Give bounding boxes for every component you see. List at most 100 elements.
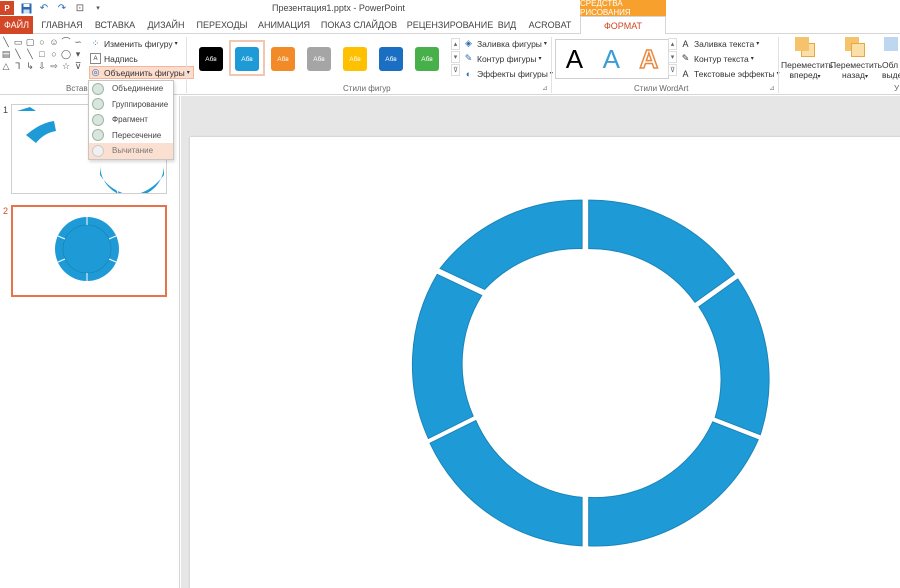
menu-item-subtract[interactable]: Вычитание xyxy=(89,143,173,159)
text-outline-button[interactable]: ✎ Контур текста ▾ xyxy=(680,52,754,65)
from-beginning-icon[interactable]: ⊡ xyxy=(73,1,87,15)
shape-styles-gallery[interactable]: Абв Абв Абв Абв Абв Абв Абв xyxy=(193,40,445,80)
arrow-down-shape-icon[interactable]: ⇩ xyxy=(37,61,47,71)
triangle-shape-icon[interactable]: △ xyxy=(1,61,11,71)
shape-outline-button[interactable]: ✎ Контур фигуры ▾ xyxy=(463,52,542,65)
ring-segment-top-right[interactable] xyxy=(588,199,736,303)
wordart-style-black[interactable]: A xyxy=(566,44,583,75)
scroll-up-icon[interactable]: ▴ xyxy=(668,38,677,50)
ring-segments[interactable] xyxy=(411,199,770,547)
ring-segment-left[interactable] xyxy=(411,273,483,440)
powerpoint-app-icon[interactable]: P xyxy=(0,1,14,15)
curve-shape-icon[interactable]: ∽ xyxy=(73,37,83,47)
text-effects-icon: A xyxy=(682,68,689,79)
scroll-up-icon[interactable]: ▴ xyxy=(451,38,460,50)
ring-segment-bottom-left[interactable] xyxy=(429,419,583,547)
gallery-more-icon[interactable]: ⊽ xyxy=(668,64,677,76)
scroll-down-icon[interactable]: ▾ xyxy=(668,51,677,63)
wordart-gallery-scroll[interactable]: ▴ ▾ ⊽ xyxy=(668,38,677,77)
group-separator xyxy=(778,37,779,93)
tab-animations[interactable]: АНИМАЦИЯ xyxy=(255,16,313,34)
bring-forward-button[interactable]: Переместить вперед▾ xyxy=(781,37,833,82)
square-shape-icon[interactable]: □ xyxy=(37,49,47,59)
menu-item-fragment[interactable]: Фрагмент xyxy=(89,112,173,128)
slide-editing-area[interactable] xyxy=(181,96,900,588)
menu-item-intersect[interactable]: Пересечение xyxy=(89,128,173,144)
rounded-rect-shape-icon[interactable]: ▢ xyxy=(25,37,35,47)
dialog-launcher-icon[interactable]: ⊿ xyxy=(542,84,548,92)
textbox-button[interactable]: A Надпись xyxy=(90,52,138,65)
circle-shape-icon[interactable]: ○ xyxy=(49,49,59,59)
selection-pane-button[interactable]: Обл выде xyxy=(882,37,900,80)
save-icon[interactable] xyxy=(19,1,33,15)
style-swatch-gold[interactable]: Абв xyxy=(337,40,373,76)
send-backward-button[interactable]: Переместить назад▾ xyxy=(830,37,882,82)
oval-shape-icon[interactable]: ○ xyxy=(37,37,47,47)
more-shapes-icon[interactable]: ▾ xyxy=(73,49,83,59)
customize-qat-icon[interactable]: ▾ xyxy=(91,1,105,15)
style-swatch-blue[interactable]: Абв xyxy=(229,40,265,76)
connector-shape-icon[interactable]: ⅂ xyxy=(13,61,23,71)
textbox-shape-icon[interactable]: ▤ xyxy=(1,49,11,59)
ring-segment-top-left[interactable] xyxy=(439,199,583,291)
shapes-gallery[interactable]: ╲ ▭ ▢ ○ ☺ ⌒ ∽ ▤ ╲ ╲ □ ○ ◯ ▾ △ ⅂ ↳ ⇩ ⇨ ☆ … xyxy=(1,37,86,71)
pen-icon: ✎ xyxy=(464,53,473,63)
arrange-group-label: У xyxy=(894,84,900,93)
line2-shape-icon[interactable]: ╲ xyxy=(13,49,23,59)
line3-shape-icon[interactable]: ╲ xyxy=(25,49,35,59)
rectangle-shape-icon[interactable]: ▭ xyxy=(13,37,23,47)
merge-shapes-menu: Объединение Группирование Фрагмент Перес… xyxy=(88,80,174,160)
styles-gallery-scroll[interactable]: ▴ ▾ ⊽ xyxy=(451,38,460,77)
tab-transitions[interactable]: ПЕРЕХОДЫ xyxy=(195,16,249,34)
current-slide[interactable] xyxy=(190,137,900,588)
style-swatch-orange[interactable]: Абв xyxy=(265,40,301,76)
shape-effects-button[interactable]: ◐ Эффекты фигуры ▾ xyxy=(463,67,553,80)
tab-insert[interactable]: ВСТАВКА xyxy=(90,16,140,34)
undo-icon[interactable]: ↶ xyxy=(37,1,51,15)
smiley-shape-icon[interactable]: ☺ xyxy=(49,37,59,47)
tab-review[interactable]: РЕЦЕНЗИРОВАНИЕ xyxy=(404,16,496,34)
star-shape-icon[interactable]: ☆ xyxy=(61,61,71,71)
merge-shapes-button[interactable]: ◎ Объединить фигуры ▾ xyxy=(89,66,194,79)
tab-view[interactable]: ВИД xyxy=(494,16,520,34)
menu-item-union[interactable]: Объединение xyxy=(89,81,173,97)
wordart-style-blue[interactable]: A xyxy=(603,44,620,75)
gallery-more-icon[interactable]: ⊽ xyxy=(451,64,460,76)
gallery-expand-icon[interactable]: ⊽ xyxy=(73,61,83,71)
tab-home[interactable]: ГЛАВНАЯ xyxy=(37,16,87,34)
line-shape-icon[interactable]: ╲ xyxy=(1,37,11,47)
elbow-shape-icon[interactable]: ↳ xyxy=(25,61,35,71)
ring-segment-bottom-right[interactable] xyxy=(588,421,759,547)
style-swatch-gray[interactable]: Абв xyxy=(301,40,337,76)
swatch-label: Абв xyxy=(235,47,259,71)
tab-design[interactable]: ДИЗАЙН xyxy=(144,16,188,34)
tab-file[interactable]: ФАЙЛ xyxy=(0,16,33,34)
style-swatch-green[interactable]: Абв xyxy=(409,40,445,76)
drawing-tools-context-title: СРЕДСТВА РИСОВАНИЯ xyxy=(580,0,666,17)
shape-fill-button[interactable]: ◈ Заливка фигуры ▾ xyxy=(463,37,547,50)
dialog-launcher-icon[interactable]: ⊿ xyxy=(769,84,775,92)
shape-styles-group-label: Стили фигур xyxy=(343,84,391,93)
scroll-down-icon[interactable]: ▾ xyxy=(451,51,460,63)
arc-shape-icon[interactable]: ⌒ xyxy=(61,37,71,47)
ring-segment-right[interactable] xyxy=(698,278,770,436)
text-fill-button[interactable]: A Заливка текста ▾ xyxy=(680,37,759,50)
text-effects-button[interactable]: A Текстовые эффекты ▾ xyxy=(680,67,779,80)
group-separator xyxy=(186,37,187,93)
menu-item-combine[interactable]: Группирование xyxy=(89,97,173,113)
tab-format[interactable]: ФОРМАТ xyxy=(580,16,666,35)
circle2-shape-icon[interactable]: ◯ xyxy=(61,49,71,59)
wordart-style-outline[interactable]: A xyxy=(639,43,659,75)
tab-slideshow[interactable]: ПОКАЗ СЛАЙДОВ xyxy=(320,16,398,34)
slide-thumbnails-panel[interactable]: 1 2 xyxy=(0,96,180,588)
slide-thumbnail-2[interactable] xyxy=(11,205,167,297)
tab-acrobat[interactable]: ACROBAT xyxy=(527,16,573,34)
edit-shape-button[interactable]: ⁘ Изменить фигуру ▾ xyxy=(90,37,178,50)
wordart-gallery[interactable]: A A A xyxy=(555,39,669,79)
redo-icon[interactable]: ↷ xyxy=(55,1,69,15)
title-bar: P ↶ ↷ ⊡ ▾ Презентация1.pptx - PowerPoint… xyxy=(0,0,900,17)
style-swatch-black[interactable]: Абв xyxy=(193,40,229,76)
arrow-right-shape-icon[interactable]: ⇨ xyxy=(49,61,59,71)
style-swatch-darkblue[interactable]: Абв xyxy=(373,40,409,76)
text-fill-icon: A xyxy=(682,38,689,49)
